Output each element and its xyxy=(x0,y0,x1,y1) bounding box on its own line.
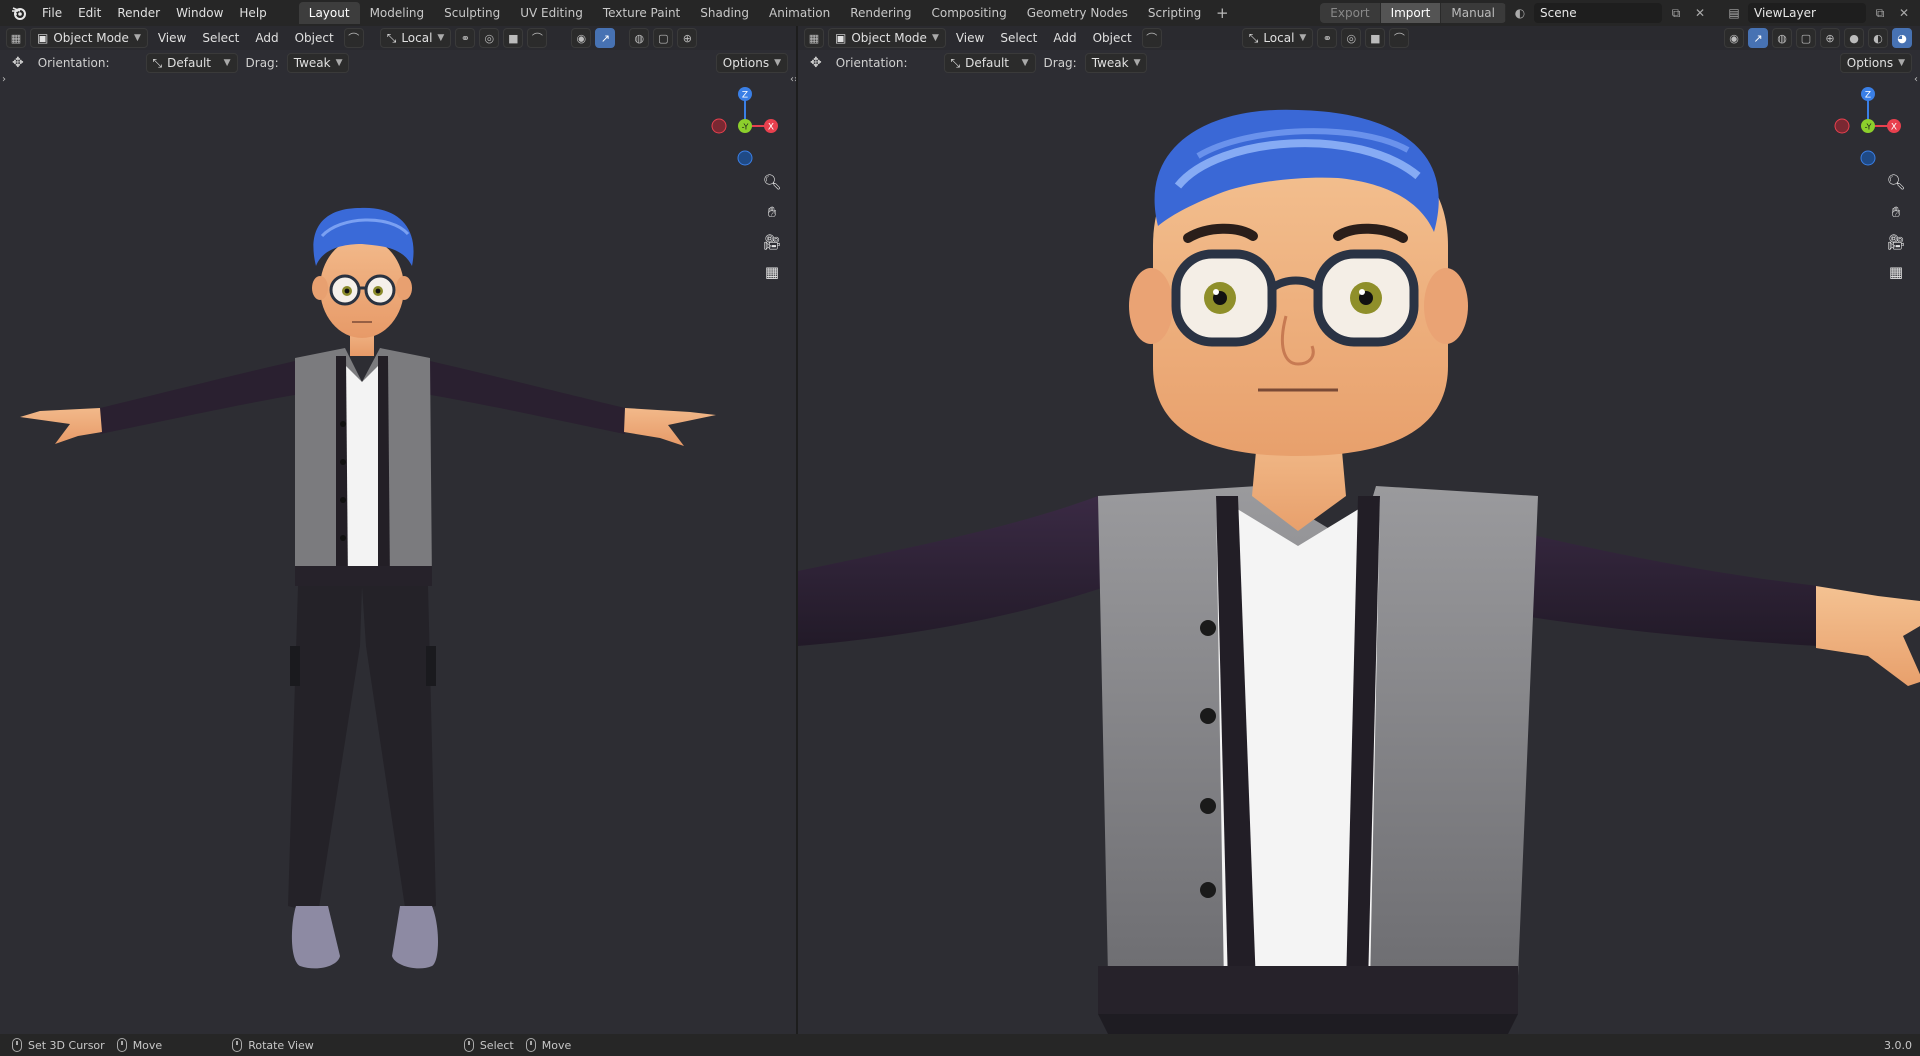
status-bar: Set 3D Cursor Move Rotate View Select Mo… xyxy=(0,1034,1920,1056)
status-select-label: Select xyxy=(479,1038,514,1052)
mouse-middle-icon xyxy=(232,1038,243,1052)
tab-modeling[interactable]: Modeling xyxy=(360,2,435,24)
status-move: Move xyxy=(116,1038,163,1052)
manual-button[interactable]: Manual xyxy=(1441,3,1506,23)
status-set-cursor-label: Set 3D Cursor xyxy=(28,1038,105,1052)
menu-render[interactable]: Render xyxy=(109,2,168,24)
top-bar: File Edit Render Window Help Layout Mode… xyxy=(0,0,1920,26)
tab-animation[interactable]: Animation xyxy=(759,2,840,24)
tab-sculpting[interactable]: Sculpting xyxy=(434,2,510,24)
export-button[interactable]: Export xyxy=(1320,3,1381,23)
menu-file[interactable]: File xyxy=(34,2,70,24)
blender-logo-icon[interactable] xyxy=(8,2,30,24)
tab-compositing[interactable]: Compositing xyxy=(921,2,1016,24)
menu-edit[interactable]: Edit xyxy=(70,2,109,24)
add-workspace-icon[interactable]: + xyxy=(1211,2,1233,24)
status-move2: Move xyxy=(525,1038,572,1052)
tab-geometry-nodes[interactable]: Geometry Nodes xyxy=(1017,2,1138,24)
status-move-label: Move xyxy=(132,1038,163,1052)
view-layer-close-icon[interactable]: ✕ xyxy=(1894,3,1914,23)
character-closeup xyxy=(798,109,1920,1034)
scene-icon[interactable]: ◐ xyxy=(1510,3,1530,23)
character-full-body xyxy=(20,207,716,969)
import-button[interactable]: Import xyxy=(1380,3,1442,23)
mouse-drag-icon xyxy=(116,1038,127,1052)
scene-field[interactable]: Scene xyxy=(1534,3,1662,23)
menu-window[interactable]: Window xyxy=(168,2,231,24)
scene-close-icon[interactable]: ✕ xyxy=(1690,3,1710,23)
tab-rendering[interactable]: Rendering xyxy=(840,2,921,24)
view-layer-icon[interactable]: ▤ xyxy=(1724,3,1744,23)
status-set-cursor: Set 3D Cursor xyxy=(12,1038,105,1052)
view-layer-name: ViewLayer xyxy=(1754,6,1816,20)
scene-name: Scene xyxy=(1540,6,1577,20)
scene-copy-icon[interactable]: ⧉ xyxy=(1666,3,1686,23)
status-select: Select xyxy=(463,1038,514,1052)
tab-layout[interactable]: Layout xyxy=(298,2,360,24)
tab-uv-editing[interactable]: UV Editing xyxy=(510,2,593,24)
version-label: 3.0.0 xyxy=(1884,1038,1912,1052)
viewport-left[interactable]: ▦ ▣ Object Mode ▼ View Select Add Object ⌒… xyxy=(0,26,796,1034)
view-layer-copy-icon[interactable]: ⧉ xyxy=(1870,3,1890,23)
workspace-tabs: Layout Modeling Sculpting UV Editing Tex… xyxy=(298,2,1234,24)
view-layer-field[interactable]: ViewLayer xyxy=(1748,3,1866,23)
tab-texture-paint[interactable]: Texture Paint xyxy=(593,2,690,24)
status-rotate: Rotate View xyxy=(232,1038,314,1052)
mouse-right-icon xyxy=(463,1038,474,1052)
tab-scripting[interactable]: Scripting xyxy=(1138,2,1211,24)
export-import-group: Export Import Manual xyxy=(1320,3,1506,23)
menu-help[interactable]: Help xyxy=(231,2,274,24)
mouse-right-drag-icon xyxy=(525,1038,536,1052)
status-move2-label: Move xyxy=(541,1038,572,1052)
tab-shading[interactable]: Shading xyxy=(690,2,759,24)
viewport-right[interactable]: ▦ ▣ Object Mode ▼ View Select Add Object ⌒… xyxy=(798,26,1920,1034)
mouse-left-icon xyxy=(12,1038,22,1052)
status-rotate-label: Rotate View xyxy=(248,1038,314,1052)
